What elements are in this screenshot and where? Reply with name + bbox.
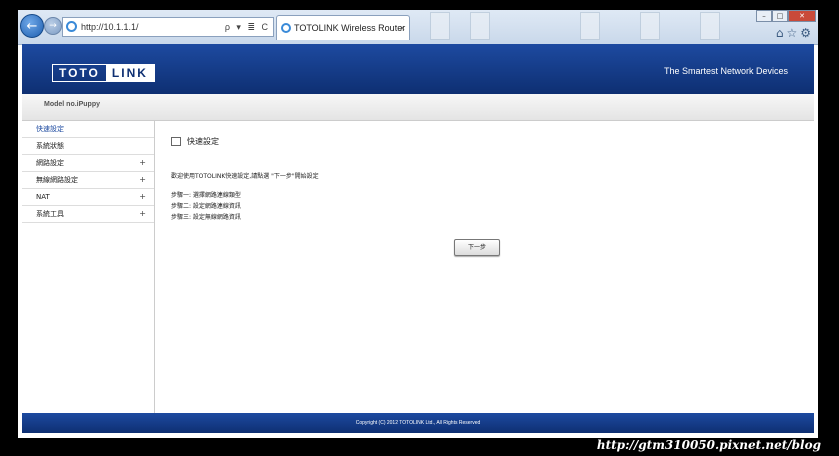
maximize-icon[interactable]: □ xyxy=(772,10,788,22)
tagline: The Smartest Network Devices xyxy=(663,66,788,76)
sidebar-item-label: 網路設定 xyxy=(36,159,64,167)
model-label: Model no.iPuppy xyxy=(44,101,100,108)
browser-window: ← → http://10.1.1.1/ ρ ▾ ≣ C TOTOLINK Wi… xyxy=(18,10,818,438)
close-icon[interactable]: ✕ xyxy=(788,10,816,22)
model-bar: Model no.iPuppy xyxy=(22,94,814,121)
expand-icon[interactable]: + xyxy=(139,206,146,222)
sidebar-item-label: 系統狀態 xyxy=(36,142,64,150)
address-bar[interactable]: http://10.1.1.1/ ρ ▾ ≣ C xyxy=(62,17,274,37)
star-icon[interactable]: ☆ xyxy=(786,26,800,40)
sidebar-item-system-tools[interactable]: 系統工具 + xyxy=(22,206,154,223)
browser-toolbar: ← → http://10.1.1.1/ ρ ▾ ≣ C TOTOLINK Wi… xyxy=(18,10,818,45)
address-controls[interactable]: ρ ▾ ≣ C xyxy=(225,18,270,36)
window-controls: – □ ✕ xyxy=(756,10,816,22)
page-header: TOTO LINK The Smartest Network Devices xyxy=(22,44,814,94)
expand-icon[interactable]: + xyxy=(139,155,146,171)
watermark: http://gtm310050.pixnet.net/blog xyxy=(596,438,821,452)
page-icon xyxy=(171,137,181,146)
desktop-file-icon xyxy=(430,12,450,40)
forward-icon[interactable]: → xyxy=(44,17,62,35)
tab-title: TOTOLINK Wireless Router xyxy=(294,23,406,33)
step-3: 步驟三: 設定無線網路資訊 xyxy=(171,214,241,221)
totolink-logo: TOTO LINK xyxy=(52,64,155,82)
tab-totolink[interactable]: TOTOLINK Wireless Router × xyxy=(276,15,410,40)
sidebar-item-label: 快速設定 xyxy=(36,125,64,133)
sidebar-item-label: 系統工具 xyxy=(36,210,64,218)
address-url: http://10.1.1.1/ xyxy=(81,22,139,32)
ie-icon xyxy=(281,23,291,33)
sidebar-item-label: NAT xyxy=(36,193,50,201)
browser-right-icons: ⌂☆⚙ xyxy=(776,26,814,40)
desktop-file-icon xyxy=(470,12,490,40)
step-2: 步驟二: 設定網路連線資訊 xyxy=(171,203,241,210)
desktop-file-icon xyxy=(700,12,720,40)
step-1: 步驟一: 選擇網路連線類型 xyxy=(171,192,241,199)
desktop-file-icon xyxy=(640,12,660,40)
back-icon[interactable]: ← xyxy=(20,14,44,38)
sidebar-item-wireless-settings[interactable]: 無線網路設定 + xyxy=(22,172,154,189)
home-icon[interactable]: ⌂ xyxy=(776,26,787,40)
sidebar-item-nat[interactable]: NAT + xyxy=(22,189,154,206)
logo-text-right: LINK xyxy=(105,65,154,81)
sidebar: 快速設定 系統狀態 網路設定 + 無線網路設定 + NAT + 系統工具 + xyxy=(22,121,155,413)
footer: Copyright (C) 2012 TOTOLINK Ltd., All Ri… xyxy=(22,413,814,433)
main-content: 快速設定 歡迎使用TOTOLINK快速設定,請點選 "下一步"開始設定 步驟一:… xyxy=(155,121,814,413)
sidebar-item-network-settings[interactable]: 網路設定 + xyxy=(22,155,154,172)
intro-text: 歡迎使用TOTOLINK快速設定,請點選 "下一步"開始設定 xyxy=(171,173,319,180)
sidebar-item-quick-setup[interactable]: 快速設定 xyxy=(22,121,154,138)
sidebar-item-system-status[interactable]: 系統狀態 xyxy=(22,138,154,155)
gear-icon[interactable]: ⚙ xyxy=(800,26,814,40)
expand-icon[interactable]: + xyxy=(139,172,146,188)
page-title: 快速設定 xyxy=(171,136,219,147)
next-button[interactable]: 下一步 xyxy=(454,239,500,256)
tab-close-icon[interactable]: × xyxy=(400,16,405,40)
minimize-icon[interactable]: – xyxy=(756,10,772,22)
page-title-text: 快速設定 xyxy=(187,137,219,146)
sidebar-item-label: 無線網路設定 xyxy=(36,176,78,184)
desktop-file-icon xyxy=(580,12,600,40)
logo-text-left: TOTO xyxy=(59,66,100,80)
expand-icon[interactable]: + xyxy=(139,189,146,205)
ie-icon xyxy=(66,21,77,32)
